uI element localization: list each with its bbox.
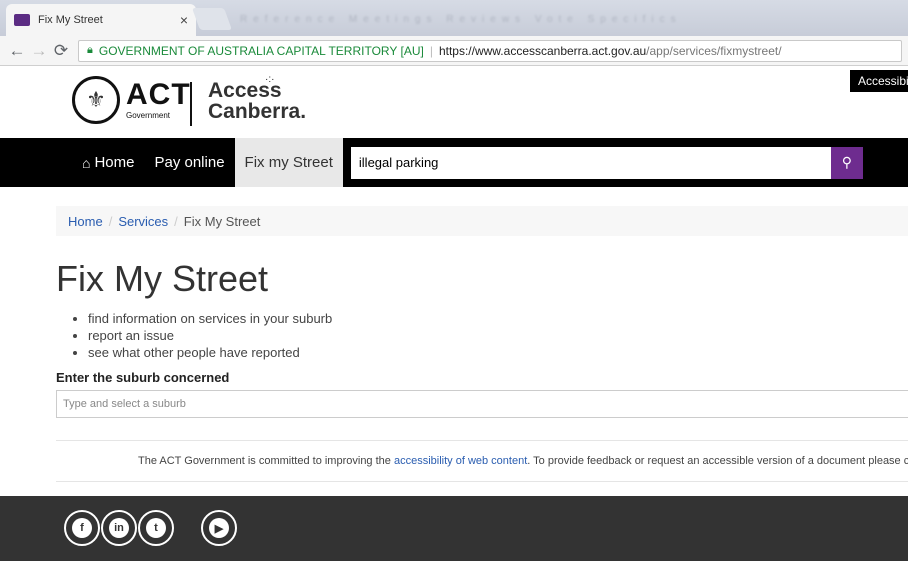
breadcrumb-separator: / [108, 213, 113, 229]
suburb-input[interactable] [56, 390, 908, 418]
new-tab-button[interactable] [191, 8, 233, 30]
search-box: ⚲ [350, 146, 863, 179]
site-favicon-icon [14, 14, 30, 26]
browser-tab[interactable]: Fix My Street × [6, 4, 196, 36]
twitter-icon[interactable]: t [138, 510, 174, 546]
divider [56, 481, 908, 482]
breadcrumb-services[interactable]: Services [118, 214, 168, 229]
breadcrumb-home[interactable]: Home [68, 214, 103, 229]
notice-text-after: . To provide feedback or request an acce… [527, 455, 908, 467]
search-icon: ⚲ [841, 154, 853, 170]
logo-divider [190, 82, 192, 126]
accessibility-notice: The ACT Government is committed to impro… [138, 455, 908, 467]
address-separator: | [429, 43, 433, 58]
main-nav: ⌂ Home Pay online Fix my Street ⚲ [0, 138, 908, 187]
nav-home[interactable]: ⌂ Home [72, 138, 144, 187]
act-logo-subtext: Government [126, 111, 171, 120]
address-bar[interactable]: 🔒︎ GOVERNMENT OF AUSTRALIA CAPITAL TERRI… [78, 39, 902, 62]
list-item: see what other people have reported [88, 344, 332, 361]
nav-home-label: Home [94, 154, 135, 171]
blurred-bookmarks: Reference Meetings Reviews Vote Specific… [240, 14, 682, 25]
list-item: find information on services in your sub… [88, 310, 332, 327]
site-header: ⚜ ACT Government Access Canberra. ·:· Ac… [0, 66, 908, 138]
tab-close-icon[interactable]: × [180, 12, 188, 28]
breadcrumb-separator: / [174, 213, 178, 229]
search-input[interactable] [350, 146, 831, 179]
access-logo-line1: Access [208, 79, 282, 102]
page-title: Fix My Street [56, 258, 269, 299]
youtube-icon[interactable]: ▶ [201, 510, 237, 546]
url-host: https://www.accesscanberra.act.gov.au [438, 43, 647, 58]
breadcrumb: Home / Services / Fix My Street [56, 206, 908, 236]
list-item: report an issue [88, 327, 332, 344]
access-canberra-logo[interactable]: Access Canberra. [208, 80, 306, 122]
access-logo-line2: Canberra. [208, 100, 307, 123]
back-arrow-icon[interactable]: ← [6, 41, 28, 61]
lock-icon: 🔒︎ [87, 44, 93, 56]
linkedin-icon[interactable]: in [101, 510, 137, 546]
browser-tab-strip: Fix My Street × Reference Meetings Revie… [0, 0, 908, 36]
accessibility-button[interactable]: Accessibility [850, 70, 908, 92]
nav-fix-my-street[interactable]: Fix my Street [234, 138, 343, 187]
url-path: /app/services/fixmystreet/ [646, 43, 782, 58]
act-crest-icon: ⚜ [72, 76, 120, 124]
suburb-label: Enter the suburb concerned [56, 370, 230, 385]
forward-arrow-icon[interactable]: → [28, 41, 50, 61]
browser-toolbar: ← → ⟳ 🔒︎ GOVERNMENT OF AUSTRALIA CAPITAL… [0, 36, 908, 66]
secure-origin-label: GOVERNMENT OF AUSTRALIA CAPITAL TERRITOR… [98, 43, 424, 58]
reload-icon[interactable]: ⟳ [50, 41, 72, 61]
feature-list: find information on services in your sub… [76, 310, 332, 361]
accessibility-link[interactable]: accessibility of web content [394, 455, 527, 467]
breadcrumb-current: Fix My Street [183, 213, 261, 229]
act-logo-text: ACT [126, 78, 191, 111]
facebook-icon[interactable]: f [64, 510, 100, 546]
site-footer: f in t ▶ [0, 496, 908, 561]
nav-pay-online[interactable]: Pay online [144, 138, 234, 187]
access-dots-icon: ·:· [265, 74, 275, 85]
search-button[interactable]: ⚲ [830, 146, 863, 179]
tab-title: Fix My Street [38, 14, 103, 26]
notice-text-before: The ACT Government is committed to impro… [138, 455, 394, 467]
home-icon: ⌂ [82, 154, 91, 171]
act-government-logo[interactable]: ⚜ ACT Government [72, 76, 191, 124]
divider [56, 440, 908, 441]
